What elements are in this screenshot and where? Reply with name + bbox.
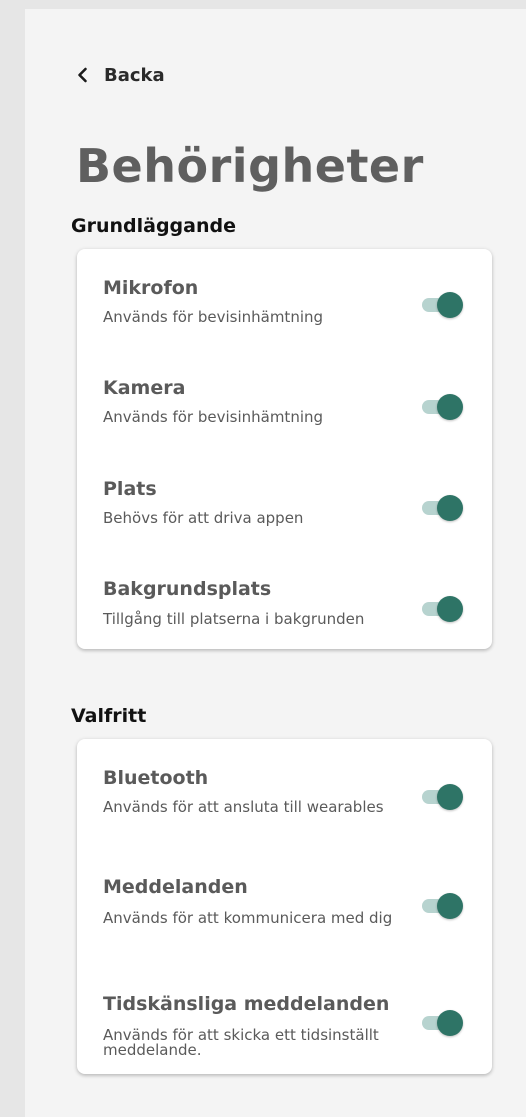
- section-title-optional: Valfritt: [71, 705, 147, 727]
- chevron-left-icon: [78, 67, 87, 83]
- permission-description: Behövs för att driva appen: [103, 509, 304, 527]
- back-label: Backa: [104, 64, 165, 86]
- permission-row-time-sensitive: Tidskänsliga meddelanden Används för att…: [77, 973, 492, 1058]
- permission-row-camera: Kamera Används för bevisinhämtning: [77, 357, 492, 437]
- microphone-toggle[interactable]: [422, 291, 464, 319]
- time-sensitive-toggle[interactable]: [422, 1009, 464, 1037]
- permission-title: Meddelanden: [103, 876, 248, 898]
- permissions-card-optional: Bluetooth Används för att ansluta till w…: [77, 739, 492, 1074]
- permission-row-notifications: Meddelanden Används för att kommunicera …: [77, 856, 492, 936]
- permission-row-bluetooth: Bluetooth Används för att ansluta till w…: [77, 747, 492, 827]
- toggle-knob: [437, 596, 463, 622]
- background-location-toggle[interactable]: [422, 595, 464, 623]
- permission-row-location: Plats Behövs för att driva appen: [77, 458, 492, 538]
- permission-description: Används för att skicka ett tidsinställt …: [103, 1026, 379, 1059]
- notifications-toggle[interactable]: [422, 892, 464, 920]
- permission-title: Mikrofon: [103, 277, 199, 299]
- page-title: Behörigheter: [76, 139, 424, 193]
- location-toggle[interactable]: [422, 494, 464, 522]
- permission-description: Används för bevisinhämtning: [103, 408, 324, 426]
- permissions-card-basic: Mikrofon Används för bevisinhämtning Kam…: [77, 249, 492, 649]
- permissions-screen: Backa Behörigheter Grundläggande Mikrofo…: [25, 9, 526, 1117]
- section-title-basic: Grundläggande: [71, 215, 236, 237]
- bluetooth-toggle[interactable]: [422, 783, 464, 811]
- toggle-knob: [437, 292, 463, 318]
- permission-row-background-location: Bakgrundsplats Tillgång till platserna i…: [77, 559, 492, 639]
- permission-description: Används för att ansluta till wearables: [103, 798, 384, 816]
- toggle-knob: [437, 893, 463, 919]
- permission-description: Tillgång till platserna i bakgrunden: [103, 610, 365, 628]
- permission-description: Används för att kommunicera med dig: [103, 909, 393, 927]
- toggle-knob: [437, 784, 463, 810]
- permission-description: Används för bevisinhämtning: [103, 308, 324, 326]
- toggle-knob: [437, 495, 463, 521]
- permission-title: Plats: [103, 478, 157, 500]
- permission-title: Tidskänsliga meddelanden: [103, 993, 390, 1015]
- permission-title: Bluetooth: [103, 767, 209, 789]
- toggle-knob: [437, 394, 463, 420]
- permission-row-microphone: Mikrofon Används för bevisinhämtning: [77, 257, 492, 337]
- permission-title: Kamera: [103, 377, 186, 399]
- permission-title: Bakgrundsplats: [103, 578, 272, 600]
- camera-toggle[interactable]: [422, 393, 464, 421]
- toggle-knob: [437, 1010, 463, 1036]
- back-button[interactable]: Backa: [72, 64, 165, 86]
